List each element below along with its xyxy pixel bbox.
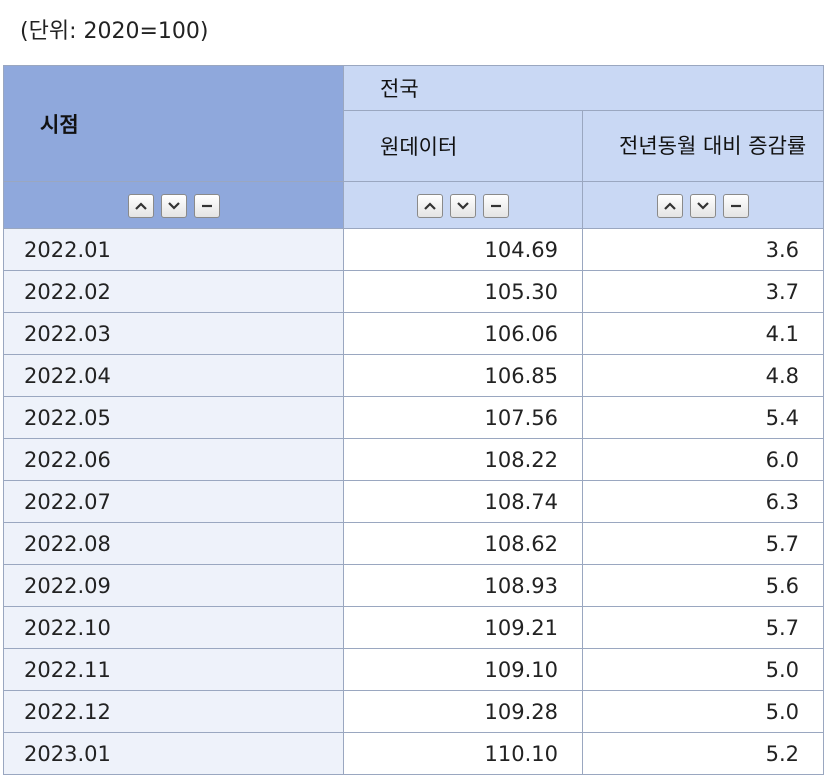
table-row: 2022.12 109.28 5.0	[3, 690, 825, 733]
raw-value-cell: 109.21	[343, 606, 583, 649]
sort-descending-button[interactable]	[450, 193, 476, 218]
sort-ascending-icon	[664, 201, 676, 210]
table-row: 2023.01 110.10 5.2	[3, 732, 825, 775]
sort-clear-button[interactable]	[723, 193, 749, 218]
change-value-cell: 5.6	[581, 564, 825, 607]
raw-value-cell: 110.10	[343, 732, 583, 775]
table-row: 2022.02 105.30 3.7	[3, 270, 825, 313]
table-row: 2022.08 108.62 5.7	[3, 522, 825, 565]
sort-ascending-button[interactable]	[657, 193, 683, 218]
change-value-cell: 3.7	[581, 270, 825, 313]
change-value-cell: 5.0	[581, 690, 825, 733]
sort-clear-icon	[201, 204, 212, 207]
change-value-cell: 5.2	[581, 732, 825, 775]
sort-clear-button[interactable]	[193, 193, 220, 218]
time-cell: 2022.11	[3, 648, 344, 691]
time-cell: 2022.01	[3, 228, 344, 271]
sort-descending-icon	[167, 201, 180, 210]
raw-value-cell: 108.93	[343, 564, 583, 607]
table-row: 2022.11 109.10 5.0	[3, 648, 825, 691]
change-value-cell: 6.0	[581, 438, 825, 481]
raw-value-cell: 104.69	[343, 228, 583, 271]
time-cell: 2022.06	[3, 438, 344, 481]
table-row: 2022.05 107.56 5.4	[3, 396, 825, 439]
sort-clear-icon	[731, 204, 741, 207]
table-row: 2022.10 109.21 5.7	[3, 606, 825, 649]
time-cell: 2022.12	[3, 690, 344, 733]
change-value-cell: 5.7	[581, 522, 825, 565]
raw-value-cell: 108.62	[343, 522, 583, 565]
table-row: 2022.06 108.22 6.0	[3, 438, 825, 481]
table-row: 2022.09 108.93 5.6	[3, 564, 825, 607]
change-value-cell: 4.8	[581, 354, 825, 397]
raw-value-cell: 109.28	[343, 690, 583, 733]
change-value-cell: 3.6	[581, 228, 825, 271]
time-cell: 2022.04	[3, 354, 344, 397]
raw-value-cell: 107.56	[343, 396, 583, 439]
sort-ascending-icon	[134, 201, 147, 210]
raw-value-cell: 106.85	[343, 354, 583, 397]
header-region[interactable]: 전국	[342, 65, 825, 111]
sort-descending-button[interactable]	[160, 193, 187, 218]
raw-value-cell: 109.10	[343, 648, 583, 691]
change-value-cell: 6.3	[581, 480, 825, 523]
change-value-cell: 5.0	[581, 648, 825, 691]
change-value-cell: 4.1	[581, 312, 825, 355]
time-cell: 2022.05	[3, 396, 344, 439]
time-cell: 2023.01	[3, 732, 344, 775]
sort-ascending-button[interactable]	[417, 193, 443, 218]
sort-descending-icon	[457, 201, 469, 210]
sort-clear-icon	[491, 204, 501, 207]
table-row: 2022.01 104.69 3.6	[3, 228, 825, 271]
sort-ascending-button[interactable]	[127, 193, 154, 218]
time-cell: 2022.10	[3, 606, 344, 649]
raw-value-cell: 108.74	[343, 480, 583, 523]
raw-value-cell: 108.22	[343, 438, 583, 481]
sort-controls-change	[581, 181, 825, 229]
table-row: 2022.03 106.06 4.1	[3, 312, 825, 355]
header-raw[interactable]: 원데이터	[343, 110, 583, 182]
time-cell: 2022.02	[3, 270, 344, 313]
unit-label: (단위: 2020=100)	[20, 19, 209, 44]
raw-value-cell: 106.06	[343, 312, 583, 355]
time-cell: 2022.09	[3, 564, 344, 607]
time-cell: 2022.07	[3, 480, 344, 523]
sort-descending-button[interactable]	[690, 193, 716, 218]
data-table: 시점 전국 원데이터 전년동월 대비 증감률 2022.01 104.69 3.…	[3, 65, 825, 775]
change-value-cell: 5.4	[581, 396, 825, 439]
sort-descending-icon	[697, 201, 709, 210]
time-cell: 2022.08	[3, 522, 344, 565]
sort-clear-button[interactable]	[483, 193, 509, 218]
table-row: 2022.07 108.74 6.3	[3, 480, 825, 523]
table-body: 2022.01 104.69 3.6 2022.02 105.30 3.7 2022.03 1…	[3, 228, 825, 775]
sort-ascending-icon	[424, 201, 436, 210]
time-cell: 2022.03	[3, 312, 344, 355]
sort-controls-time	[3, 181, 344, 229]
table-row: 2022.04 106.85 4.8	[3, 354, 825, 397]
header-change[interactable]: 전년동월 대비 증감률	[581, 110, 825, 182]
sort-controls-raw	[343, 181, 583, 229]
raw-value-cell: 105.30	[343, 270, 583, 313]
change-value-cell: 5.7	[581, 606, 825, 649]
header-time[interactable]: 시점	[3, 65, 344, 182]
